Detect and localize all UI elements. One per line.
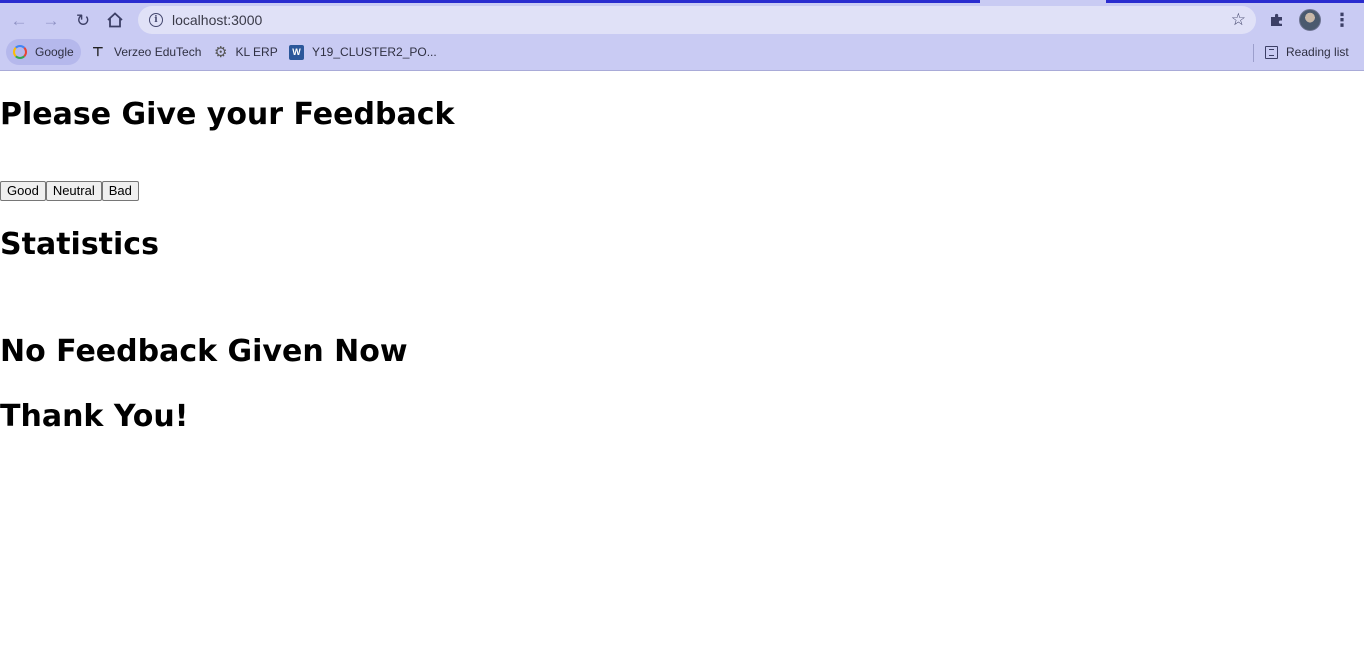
site-info-icon[interactable]: i: [149, 13, 163, 27]
avatar: [1299, 9, 1321, 31]
url-text[interactable]: localhost:3000: [172, 12, 262, 28]
reload-button[interactable]: ↻: [70, 7, 96, 33]
address-bar[interactable]: i localhost:3000 ☆: [138, 6, 1256, 34]
bookmark-google[interactable]: Google: [6, 39, 81, 65]
bookmarks-divider: [1253, 44, 1254, 62]
reading-list-icon: [1265, 45, 1278, 59]
puzzle-icon: [1271, 13, 1282, 26]
back-button[interactable]: ←: [6, 7, 32, 33]
bookmark-y19-cluster[interactable]: W Y19_CLUSTER2_PO...: [282, 39, 444, 65]
bookmarks-bar: Google ⊤ Verzeo EduTech ⚙ KL ERP W Y19_C…: [0, 38, 1364, 66]
verzeo-icon: ⊤: [92, 44, 104, 59]
kebab-menu-icon: ⋮: [1333, 9, 1351, 30]
bookmark-label: Verzeo EduTech: [114, 45, 202, 59]
reading-list-button[interactable]: Reading list: [1258, 39, 1356, 65]
bookmark-label: KL ERP: [235, 45, 278, 59]
reading-list-label: Reading list: [1286, 45, 1349, 59]
no-feedback-message: No Feedback Given Now: [0, 334, 408, 369]
word-doc-icon: W: [289, 44, 304, 60]
feedback-buttons: Good Neutral Bad: [0, 181, 139, 201]
thank-you-message: Thank You!: [0, 399, 189, 434]
extensions-button[interactable]: [1266, 7, 1288, 33]
bookmark-label: Google: [35, 45, 74, 59]
bad-button[interactable]: Bad: [101, 181, 139, 201]
google-icon: [13, 45, 27, 59]
profile-button[interactable]: [1298, 7, 1322, 33]
home-icon: [107, 12, 123, 28]
bookmark-kl-erp[interactable]: ⚙ KL ERP: [207, 39, 285, 65]
page-title: Please Give your Feedback: [0, 97, 455, 132]
bookmark-star-icon[interactable]: ☆: [1231, 10, 1246, 30]
menu-button[interactable]: ⋮: [1333, 7, 1351, 33]
browser-chrome: ← → ↻ i localhost:3000 ☆ ⋮ Google ⊤ Verz…: [0, 0, 1364, 71]
neutral-button[interactable]: Neutral: [45, 181, 102, 201]
tab-strip-accent: [0, 0, 1364, 3]
home-button[interactable]: [102, 7, 128, 33]
gear-icon: ⚙: [214, 44, 228, 61]
forward-button[interactable]: →: [38, 7, 64, 33]
bookmark-label: Y19_CLUSTER2_PO...: [312, 45, 437, 59]
bookmark-verzeo[interactable]: ⊤ Verzeo EduTech: [85, 39, 208, 65]
statistics-heading: Statistics: [0, 227, 159, 262]
good-button[interactable]: Good: [0, 181, 46, 201]
